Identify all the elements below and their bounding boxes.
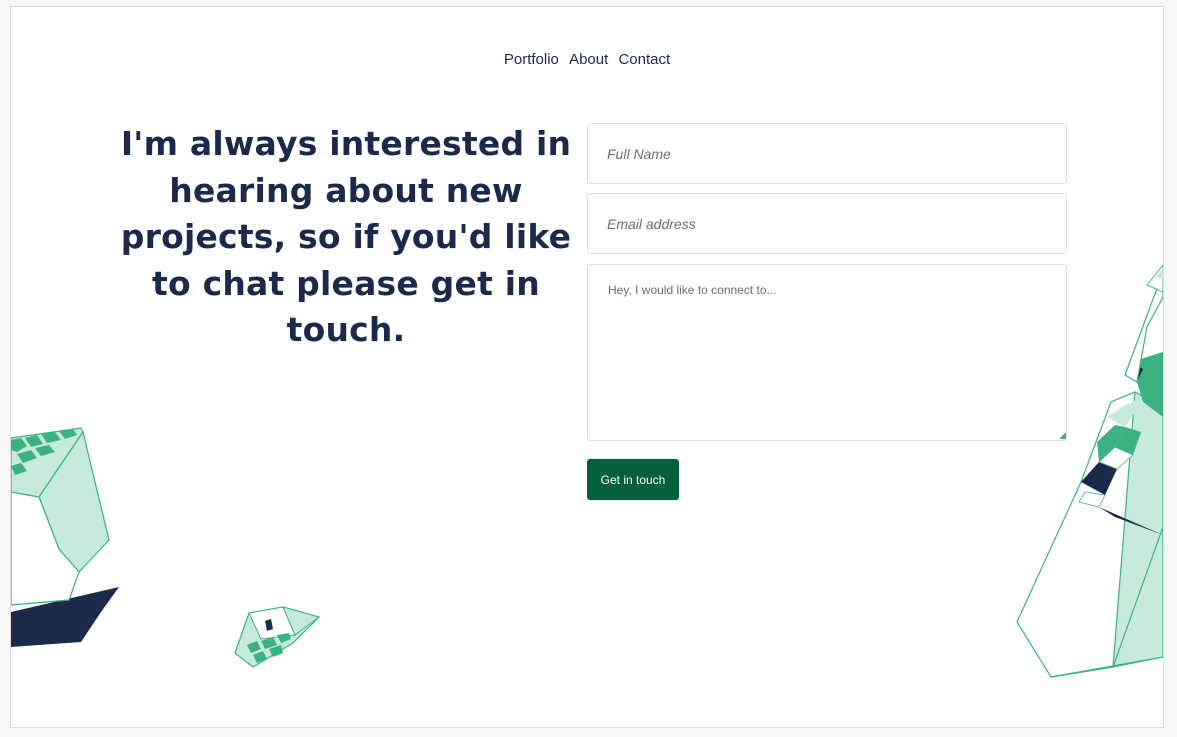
- geometric-decoration-right: [1016, 264, 1163, 678]
- geometric-decoration-left: [11, 427, 119, 647]
- page: Portfolio About Contact I'm always inter…: [10, 6, 1164, 728]
- contact-headline: I'm always interested in hearing about n…: [120, 124, 572, 349]
- email-input[interactable]: [587, 193, 1067, 254]
- nav-contact-link[interactable]: Contact: [618, 51, 670, 68]
- geometric-decoration-small: [234, 606, 321, 668]
- top-nav: Portfolio About Contact: [11, 51, 1163, 68]
- get-in-touch-button[interactable]: Get in touch: [587, 459, 679, 500]
- nav-about-link[interactable]: About: [569, 51, 608, 68]
- message-textarea[interactable]: [587, 264, 1067, 441]
- full-name-input[interactable]: [587, 123, 1067, 184]
- nav-portfolio-link[interactable]: Portfolio: [504, 51, 559, 68]
